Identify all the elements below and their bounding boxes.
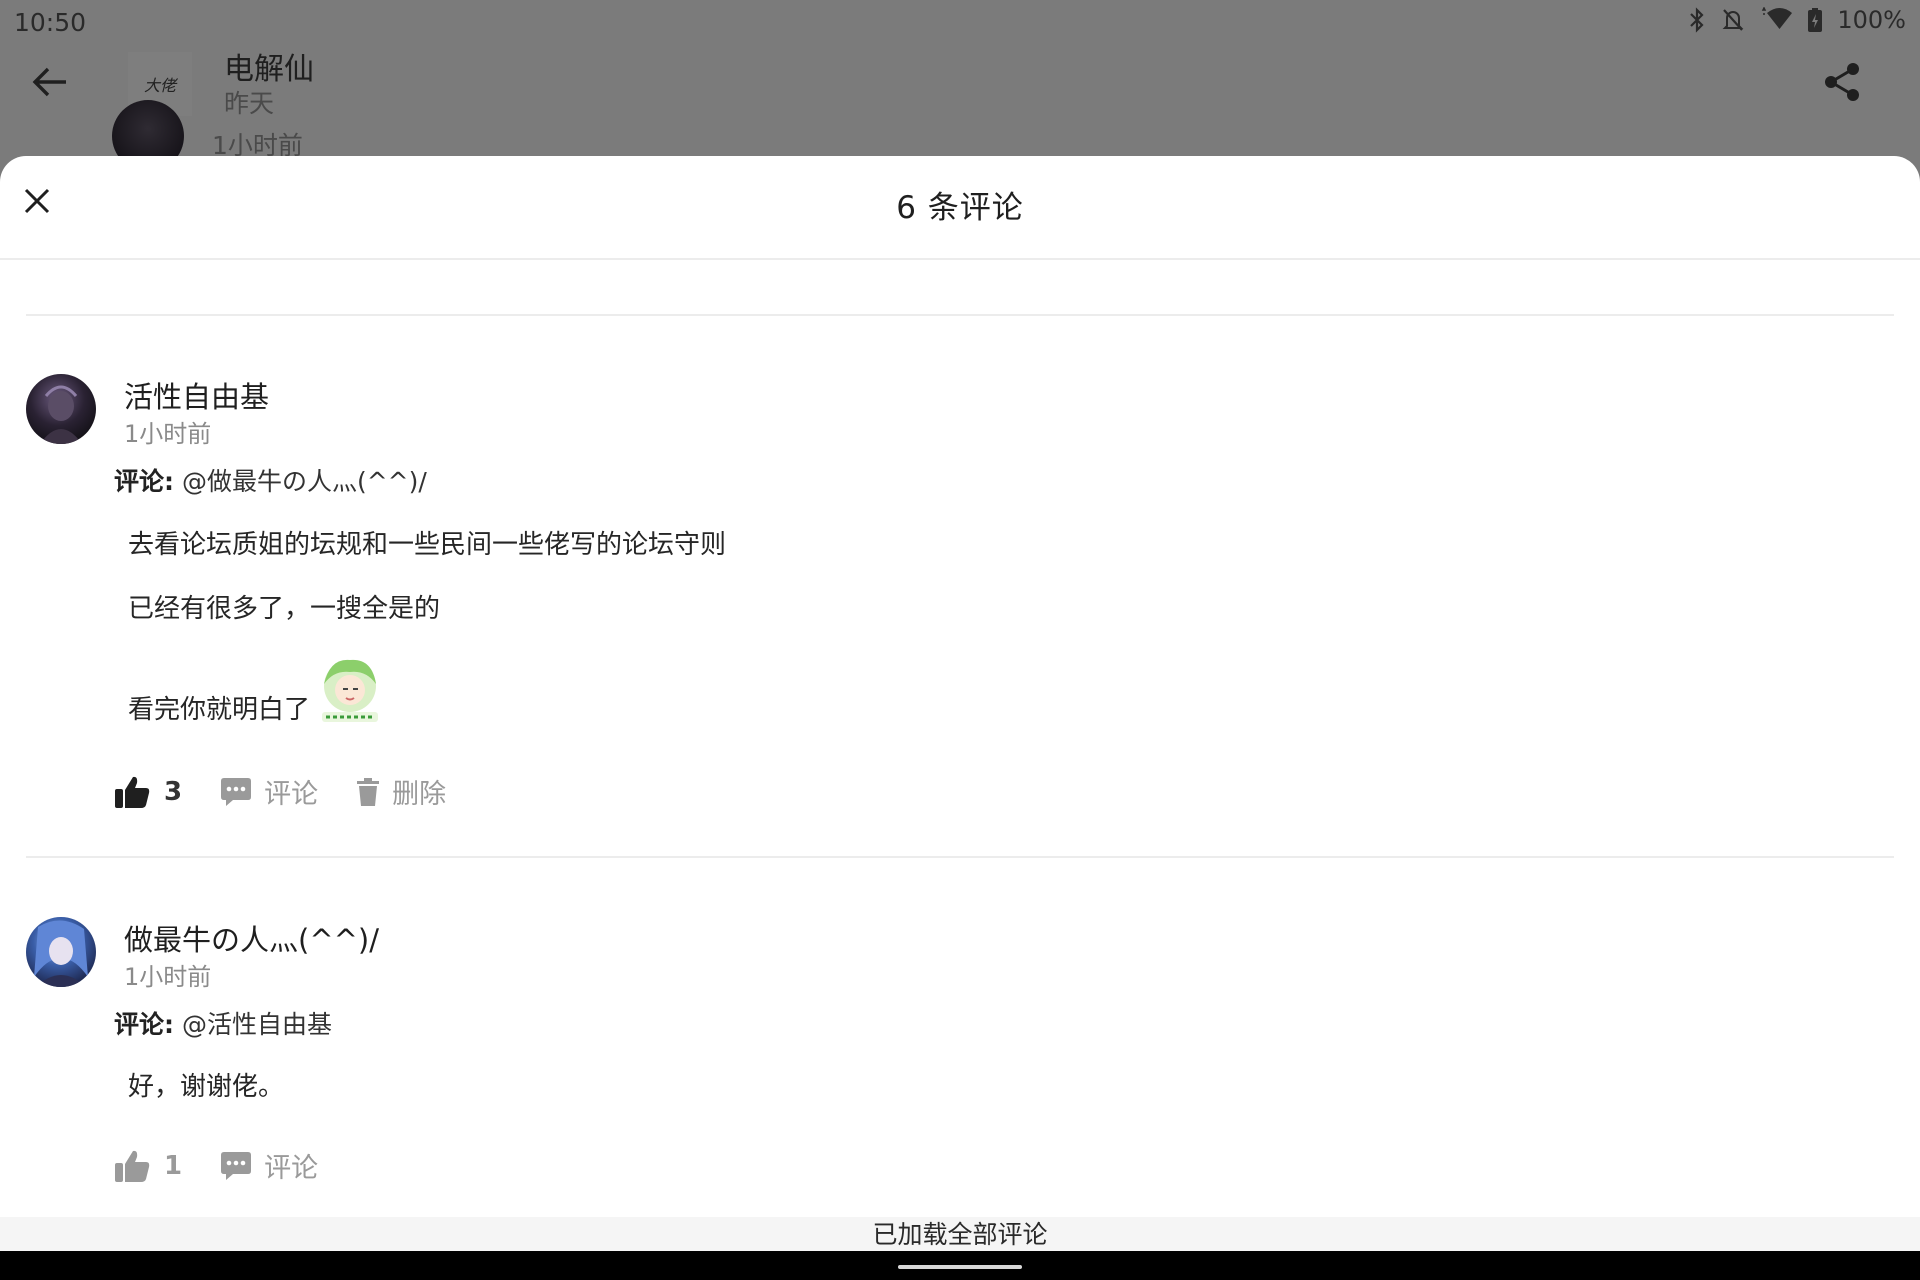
sheet-title: 6 条评论	[896, 190, 1024, 226]
reply-button[interactable]: 评论	[220, 772, 318, 811]
comment-text-line: 好，谢谢佬。	[128, 1072, 285, 1102]
avatar[interactable]	[26, 374, 96, 444]
comment-author[interactable]: 活性自由基	[124, 374, 269, 416]
status-time: 10:50	[14, 8, 87, 37]
avatar[interactable]	[26, 917, 96, 987]
thumbs-up-icon	[115, 1150, 150, 1182]
reply-line: 评论: @做最牛の人灬(^^)/	[114, 462, 427, 498]
comment-text-line: 已经有很多了，一搜全是的	[128, 594, 441, 624]
sheet-header: 6 条评论	[0, 156, 1920, 260]
author-name[interactable]: 电解仙	[224, 44, 314, 88]
avatar-image	[40, 385, 82, 444]
comment-author[interactable]: 做最牛の人灬(^^)/	[124, 917, 379, 959]
reply-label: 评论:	[114, 467, 174, 496]
comment-actions: 1 评论	[114, 1146, 356, 1185]
reply-target[interactable]: @活性自由基	[182, 1010, 332, 1039]
author-date: 昨天	[224, 89, 275, 118]
reply-target[interactable]: @做最牛の人灬(^^)/	[182, 467, 427, 496]
trash-icon	[357, 777, 380, 806]
delete-label: 删除	[392, 779, 447, 810]
delete-button[interactable]: 删除	[356, 772, 446, 811]
comment-text-line: 去看论坛质姐的坛规和一些民间一些佬写的论坛守则	[128, 530, 727, 560]
comment-actions: 3 评论 删除	[114, 772, 484, 811]
comment-time: 1小时前	[124, 420, 212, 448]
like-count: 3	[164, 776, 183, 807]
battery-percent: 100%	[1837, 6, 1906, 34]
reply-label: 评论	[264, 779, 319, 810]
like-count: 1	[164, 1150, 183, 1181]
avatar-image	[34, 920, 88, 987]
status-icons: 100%	[1687, 6, 1906, 34]
reply-label: 评论	[264, 1153, 319, 1184]
system-navigation-bar	[0, 1251, 1920, 1280]
reply-button[interactable]: 评论	[220, 1146, 318, 1185]
reply-label: 评论:	[114, 1010, 174, 1039]
status-bar: 10:50 100%	[0, 0, 1920, 44]
notifications-off-icon	[1722, 9, 1744, 31]
like-button[interactable]: 3	[114, 775, 182, 809]
comment-bubble-icon	[221, 1151, 252, 1180]
comments-sheet: 6 条评论 活性自由基 1小时前 评论: @做最牛の人灬(^^)/ 去看论坛质姐…	[0, 156, 1920, 1217]
dimmed-article-page: 10:50 100% 大佬 电解仙 昨天 1小时前	[0, 0, 1920, 172]
bluetooth-icon	[1690, 7, 1704, 33]
back-arrow-icon[interactable]	[28, 60, 72, 104]
comment-text: 看完你就明白了	[128, 695, 311, 725]
comment-text-line-with-sticker: 看完你就明白了	[128, 654, 384, 726]
comment-time: 1小时前	[124, 963, 212, 991]
thumbs-up-filled-icon	[115, 776, 150, 808]
divider	[26, 856, 1894, 858]
sticker-emoji	[322, 659, 379, 722]
wifi-icon	[1762, 7, 1793, 29]
comment-bubble-icon	[221, 777, 252, 806]
share-icon[interactable]	[1820, 60, 1864, 104]
like-button[interactable]: 1	[114, 1149, 182, 1183]
battery-charging-icon	[1808, 8, 1823, 32]
reply-line: 评论: @活性自由基	[114, 1005, 332, 1041]
loaded-all-indicator: 已加载全部评论	[0, 1217, 1920, 1251]
divider	[26, 314, 1894, 316]
home-gesture-handle[interactable]	[898, 1265, 1022, 1269]
